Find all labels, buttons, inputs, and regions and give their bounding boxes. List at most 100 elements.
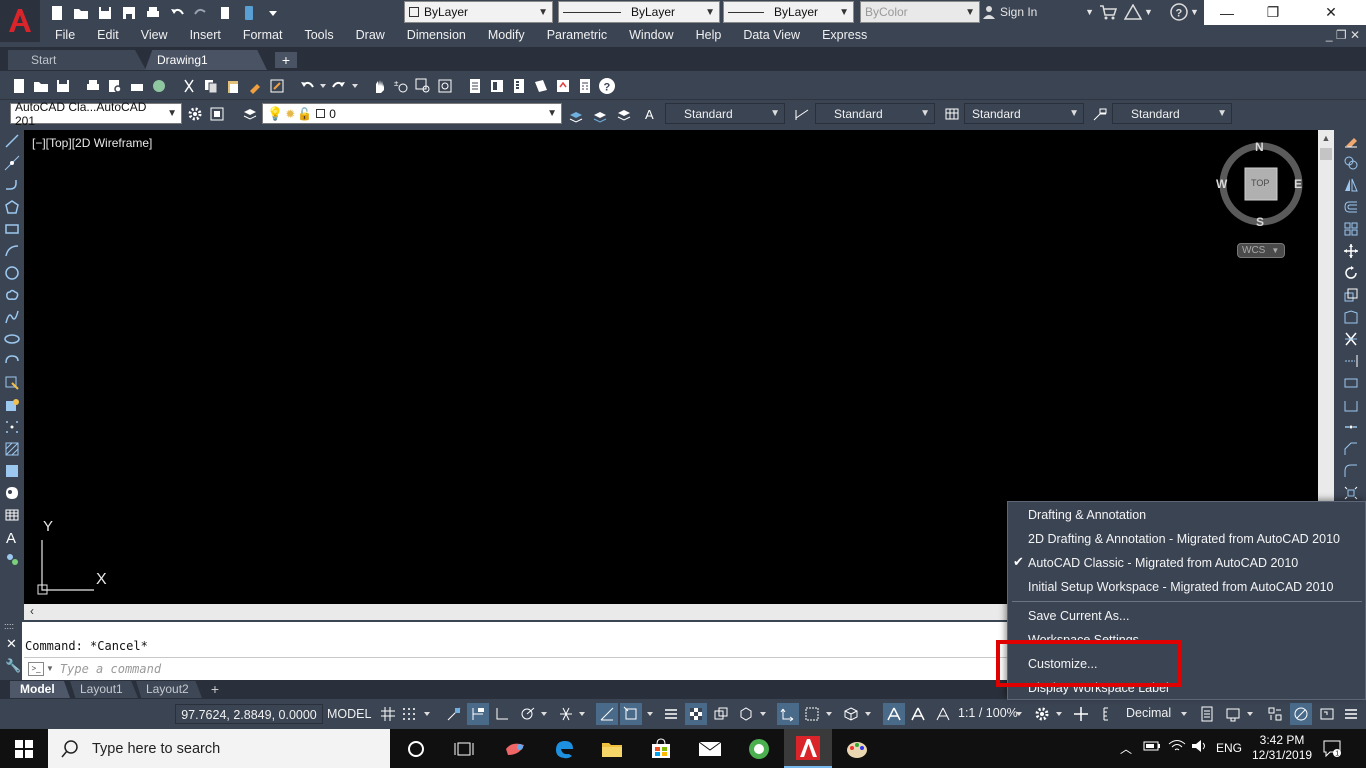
trim-icon[interactable] [1339,328,1363,350]
erase-icon[interactable] [1339,130,1363,152]
break-icon[interactable] [1339,394,1363,416]
copy-object-icon[interactable] [1339,152,1363,174]
a360-icon[interactable]: ▼ [1124,2,1153,22]
menu-modify[interactable]: Modify [477,25,536,45]
wifi-icon[interactable] [1168,739,1186,753]
chevron-down-icon[interactable] [576,703,588,725]
lineweight-control[interactable]: ByLayer ▼ [723,1,854,23]
chevron-down-icon[interactable] [421,703,433,725]
file-explorer-icon[interactable] [588,729,636,768]
scroll-left-arrow-icon[interactable]: ‹ [24,604,40,620]
properties-icon[interactable] [464,75,486,97]
workspace-item-drafting-annotation[interactable]: Drafting & Annotation [1028,505,1146,525]
chevron-down-icon[interactable] [644,703,656,725]
save-current-as-item[interactable]: Save Current As... [1028,606,1129,626]
table-style-icon[interactable] [942,104,962,124]
cut-icon[interactable] [178,75,200,97]
extend-icon[interactable] [1339,350,1363,372]
circle-icon[interactable] [0,262,24,284]
scale-icon[interactable] [1339,284,1363,306]
help-icon[interactable]: ? ▼ [1170,2,1199,22]
menu-tools[interactable]: Tools [293,25,344,45]
dynamic-input-icon[interactable] [467,703,489,725]
command-prompt-icon[interactable]: >_ [28,661,44,676]
linetype-control[interactable]: ByLayer ▼ [558,1,720,23]
task-view-icon[interactable] [440,729,488,768]
annotation-scale-value[interactable]: 1:1 / 100% [958,706,1018,720]
tool-palettes-icon[interactable] [508,75,530,97]
spline-icon[interactable] [0,306,24,328]
horizontal-scrollbar[interactable]: ‹ [24,604,1008,620]
viewport-controls-label[interactable]: [−][Top][2D Wireframe] [32,136,152,150]
chevron-down-icon[interactable] [538,703,550,725]
command-window-grip[interactable]: :::: ✕ 🔧 [0,622,22,680]
battery-icon[interactable] [1143,739,1161,753]
customization-hamburger-icon[interactable] [1340,703,1362,725]
table-style-combo[interactable]: Standard ▼ [964,103,1084,124]
layer-properties-icon[interactable] [240,104,260,124]
object-snap-tracking-icon[interactable] [596,703,618,725]
ortho-mode-icon[interactable] [491,703,513,725]
chevron-down-icon[interactable] [862,703,874,725]
undo-icon[interactable] [296,75,318,97]
zoom-window-icon[interactable] [412,75,434,97]
menu-draw[interactable]: Draw [345,25,396,45]
paint-icon[interactable] [833,729,881,768]
close-button[interactable]: ✕ [1296,0,1366,25]
copy-icon[interactable] [200,75,222,97]
qnew-icon[interactable] [8,75,30,97]
plot-preview-icon[interactable] [104,75,126,97]
markup-set-manager-icon[interactable] [552,75,574,97]
zoom-previous-icon[interactable] [434,75,456,97]
mirror-icon[interactable] [1339,174,1363,196]
text-style-icon[interactable]: A [642,104,662,124]
dimension-style-icon[interactable] [792,104,812,124]
autocad-taskbar-icon[interactable] [784,729,832,768]
chevron-down-icon[interactable] [1244,703,1256,725]
units-value[interactable]: Decimal [1126,706,1171,720]
workspace-switching-gear-icon[interactable] [1031,703,1053,725]
tab-layout1[interactable]: Layout1 [70,681,138,698]
viewcube-south[interactable]: S [1256,215,1264,229]
coordinates-display[interactable]: 97.7624, 2.8849, 0.0000 [175,704,323,724]
wcs-menu-button[interactable]: WCS ▼ [1237,243,1285,258]
chevron-down-icon[interactable] [318,75,328,97]
selection-cycling-icon[interactable] [710,703,732,725]
minimize-button[interactable]: — [1204,0,1250,25]
chevron-down-icon[interactable] [757,703,769,725]
drawing-window-controls[interactable]: _ ❐ ✕ [1326,28,1366,42]
edge-browser-icon[interactable] [540,729,588,768]
menu-dimension[interactable]: Dimension [396,25,477,45]
new-icon[interactable] [46,2,68,24]
chevron-down-icon[interactable] [350,75,360,97]
object-snap-icon[interactable] [620,703,642,725]
sign-in-button[interactable]: Sign In ▼ [982,2,1094,22]
design-center-icon[interactable] [486,75,508,97]
menu-data-view[interactable]: Data View [732,25,811,45]
grid-icon[interactable] [377,703,399,725]
hatch-icon[interactable] [0,438,24,460]
chevron-down-icon[interactable]: ▼ [46,664,54,673]
pan-icon[interactable] [368,75,390,97]
windows-start-icon[interactable] [0,729,48,768]
isometric-drafting-icon[interactable] [555,703,577,725]
block-editor-icon[interactable] [266,75,288,97]
model-space-button[interactable]: MODEL [327,704,371,724]
line-icon[interactable] [0,130,24,152]
array-icon[interactable] [1339,218,1363,240]
restore-button[interactable]: ❐ [1250,0,1296,25]
sheet-set-manager-icon[interactable] [530,75,552,97]
save-icon[interactable] [52,75,74,97]
insert-block-icon[interactable] [0,372,24,394]
rectangle-icon[interactable] [0,218,24,240]
isolate-objects-icon[interactable] [1264,703,1286,725]
camtasia-icon[interactable] [735,729,783,768]
quickcalc-icon[interactable] [574,75,596,97]
tab-start[interactable]: Start [8,50,146,70]
offset-icon[interactable] [1339,196,1363,218]
add-selected-icon[interactable] [0,548,24,570]
polygon-icon[interactable] [0,196,24,218]
application-menu-button[interactable] [0,0,40,42]
clean-screen-icon[interactable] [1316,703,1338,725]
menu-insert[interactable]: Insert [179,25,232,45]
